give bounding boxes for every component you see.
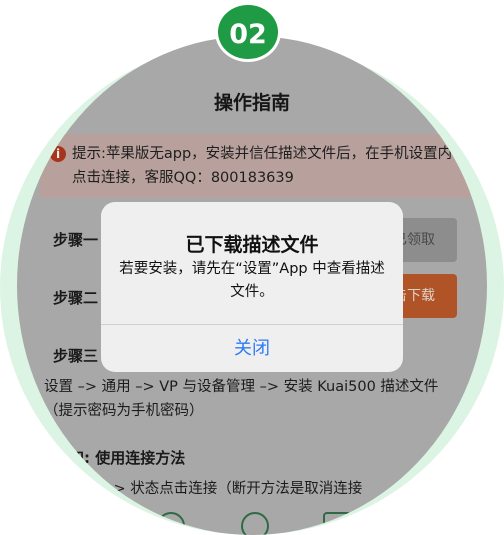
step-four-label: 步骤四: 使用连接方法 xyxy=(39,449,186,467)
install-path-instructions: 设置 –> 通用 –> VP 与设备管理 –> 安装 Kuai500 描述文件（… xyxy=(44,379,439,419)
dialog-close-button[interactable]: 关闭 xyxy=(101,325,403,372)
dialog-message: 若要安装，请先在“设置”App 中查看描述文件。 xyxy=(119,261,385,300)
step-three-label: 步骤三 xyxy=(53,347,99,365)
connection-instructions-text: VP –> 状态点击连接（断开方法是取消连接 xyxy=(83,481,363,497)
dialog-title: 已下载描述文件 xyxy=(185,234,319,256)
notice-text: 提示:苹果版无app，安装并信任描述文件后，在手机设置内点击连接，客服QQ：80… xyxy=(72,146,453,186)
connection-instructions: VP –> 状态点击连接（断开方法是取消连接 xyxy=(17,477,487,498)
step-one-label: 步骤一 xyxy=(53,231,99,249)
phone-screenshot-circle: 操作指南 i 提示:苹果版无app，安装并信任描述文件后，在手机设置内点击连接，… xyxy=(17,36,487,535)
alert-dialog: 已下载描述文件 若要安装，请先在“设置”App 中查看描述文件。 关闭 xyxy=(101,202,403,372)
tab-home-icon[interactable] xyxy=(157,512,185,535)
app-screen: 操作指南 i 提示:苹果版无app，安装并信任描述文件后，在手机设置内点击连接，… xyxy=(17,36,487,535)
page-title: 操作指南 xyxy=(213,92,290,114)
notice-banner: i 提示:苹果版无app，安装并信任描述文件后，在手机设置内点击连接，客服QQ：… xyxy=(40,134,470,198)
step-number-badge: 02 xyxy=(215,2,281,62)
tab-cart-icon[interactable] xyxy=(323,512,351,535)
step-two-label: 步骤二 xyxy=(53,289,99,307)
tab-support-icon[interactable] xyxy=(241,512,269,535)
info-icon: i xyxy=(50,146,66,162)
